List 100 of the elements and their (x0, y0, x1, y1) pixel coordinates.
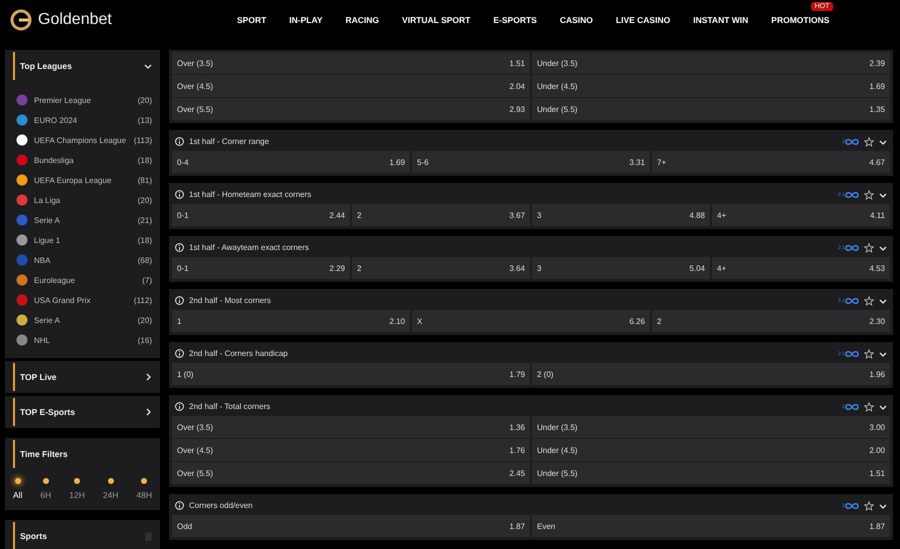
market-title: Corners odd/even (189, 501, 254, 510)
chevron-down-icon[interactable] (879, 244, 887, 252)
league-name[interactable]: UEFA Champions League (34, 136, 128, 144)
odds-button[interactable]: Over (5.5) 2.93 (172, 98, 530, 120)
league-name[interactable]: Premier League (34, 96, 132, 104)
league-name[interactable]: NBA (34, 256, 132, 264)
infinity-icon (845, 502, 859, 510)
chevron-down-icon[interactable] (879, 350, 887, 358)
league-name[interactable]: Euroleague (34, 276, 136, 284)
odds-button[interactable]: 5-6 3.31 (412, 151, 650, 173)
info-icon (175, 190, 184, 199)
odds-button[interactable]: 3 5.04 (532, 257, 710, 279)
odds-button[interactable]: 2 3.64 (352, 257, 530, 279)
league-name[interactable]: UEFA Europa League (34, 176, 132, 184)
star-icon[interactable] (864, 348, 874, 358)
odds-button[interactable]: Odd 1.87 (172, 515, 530, 537)
star-icon[interactable] (864, 242, 874, 252)
nav-link[interactable]: LIVE CASINO (616, 15, 670, 25)
odds-button[interactable]: Over (4.5) 2.04 (172, 75, 530, 97)
time-filter[interactable]: 6H (40, 478, 52, 500)
odds-button[interactable]: 4+ 4.53 (712, 257, 890, 279)
odds-button[interactable]: 3 4.88 (532, 204, 710, 226)
league-name[interactable]: La Liga (34, 196, 132, 204)
odds-button[interactable]: 0-1 2.29 (172, 257, 350, 279)
odds-button[interactable]: Over (3.5) 1.36 (172, 416, 530, 438)
nav-link[interactable]: RACING (346, 15, 380, 25)
market-title: 1st half - Hometeam exact corners (189, 190, 312, 199)
league-count: (68) (138, 256, 152, 264)
infinity-icon (845, 190, 859, 198)
league-name[interactable]: Bundesliga (34, 156, 132, 164)
odds-button[interactable]: Under (3.5) 2.39 (532, 52, 890, 74)
league-name[interactable]: EURO 2024 (34, 116, 132, 124)
league-name[interactable]: USA Grand Prix (34, 296, 128, 304)
nav-link[interactable]: E-SPORTS (493, 15, 537, 25)
odds-button[interactable]: Under (3.5) 3.00 (532, 416, 890, 438)
infinity-icon (845, 138, 859, 146)
nav-link[interactable]: IN-PLAY (289, 15, 323, 25)
odds-button[interactable]: Under (5.5) 1.35 (532, 98, 890, 120)
league-count: (81) (138, 176, 152, 184)
odds-button[interactable]: 7+ 4.67 (652, 151, 890, 173)
time-filter[interactable]: All (13, 478, 22, 500)
odds-button[interactable]: Over (5.5) 2.45 (172, 462, 530, 484)
panel-title: Top Leagues (20, 61, 73, 71)
star-icon[interactable] (864, 402, 874, 412)
odds-button[interactable]: 1 (0) 1.79 (172, 363, 530, 385)
odds-button[interactable]: 2 3.67 (352, 204, 530, 226)
odds-button[interactable]: 4+ 4.11 (712, 204, 890, 226)
info-icon (175, 137, 184, 146)
league-count: (20) (138, 196, 152, 204)
nav-link[interactable]: SPORT (237, 15, 266, 25)
odds-button[interactable]: X 6.26 (412, 310, 650, 332)
chevron-down-icon[interactable] (879, 402, 887, 410)
chevron-down-icon[interactable] (144, 62, 152, 70)
odds-button[interactable]: 0-4 1.69 (172, 151, 410, 173)
infinity-icon (845, 296, 859, 304)
league-icon (16, 134, 28, 146)
odds-button[interactable]: Under (4.5) 1.69 (532, 75, 890, 97)
market-title: 2nd half - Corners handicap (189, 349, 289, 358)
odds-button[interactable]: Even 1.87 (532, 515, 890, 537)
nav-link[interactable]: INSTANT WIN (693, 15, 748, 25)
info-icon (175, 402, 184, 411)
league-name[interactable]: Ligue 1 (34, 236, 132, 244)
odds-button[interactable]: 2 2.30 (652, 310, 890, 332)
league-icon (16, 254, 28, 266)
nav-link[interactable]: VIRTUAL SPORT (402, 15, 470, 25)
star-icon[interactable] (864, 296, 874, 306)
star-icon[interactable] (864, 190, 874, 200)
chevron-down-icon[interactable] (879, 502, 887, 510)
time-filter[interactable]: 24H (102, 478, 118, 500)
odds-button[interactable]: Under (4.5) 2.00 (532, 439, 890, 461)
league-name[interactable]: Serie A (34, 216, 132, 224)
league-name[interactable]: NHL (34, 336, 132, 344)
league-count: (7) (142, 276, 152, 284)
league-icon (16, 294, 28, 306)
time-filter[interactable]: 12H (69, 478, 85, 500)
odds-button[interactable]: Under (5.5) 1.51 (532, 462, 890, 484)
star-icon[interactable] (864, 500, 874, 510)
chevron-right-icon[interactable] (144, 373, 152, 381)
market-title: 2nd half - Most corners (189, 296, 272, 305)
time-filter[interactable]: 48H (136, 478, 152, 500)
chevron-down-icon[interactable] (879, 296, 887, 304)
league-icon (16, 194, 28, 206)
league-icon (16, 314, 28, 326)
league-count: (112) (134, 296, 152, 304)
market-title: 1st half - Corner range (189, 137, 270, 146)
league-count: (113) (134, 136, 152, 144)
odds-button[interactable]: Over (4.5) 1.76 (172, 439, 530, 461)
odds-button[interactable]: 2 (0) 1.96 (532, 363, 890, 385)
nav-link[interactable]: CASINO (560, 15, 593, 25)
star-icon[interactable] (864, 136, 874, 146)
odds-button[interactable]: 1 2.10 (172, 310, 410, 332)
chevron-right-icon[interactable] (144, 408, 152, 416)
odds-button[interactable]: Over (3.5) 1.51 (172, 52, 530, 74)
odds-button[interactable]: 0-1 2.44 (172, 204, 350, 226)
chevron-down-icon[interactable] (879, 138, 887, 146)
league-name[interactable]: Serie A (34, 316, 132, 324)
brand-name: Goldenbet (38, 11, 112, 29)
chevron-down-icon[interactable] (879, 190, 887, 198)
info-icon (175, 243, 184, 252)
nav-link[interactable]: PROMOTIONS (771, 15, 830, 25)
